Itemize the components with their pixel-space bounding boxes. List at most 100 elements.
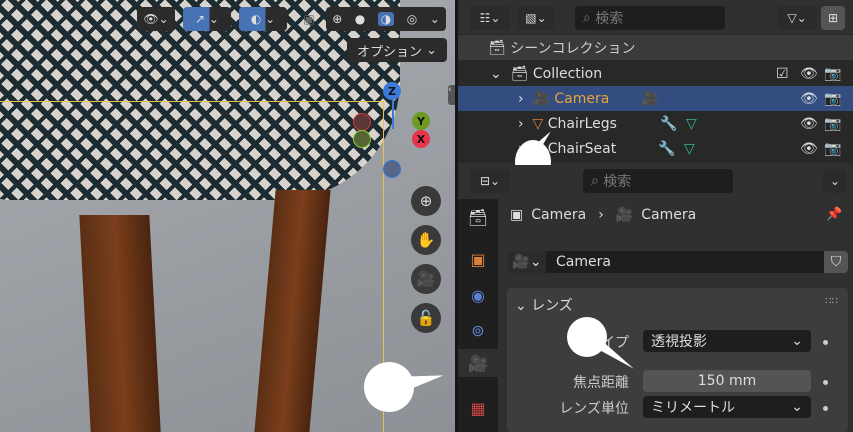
- lock-camera-button[interactable]: 🔓: [411, 303, 441, 333]
- outliner-search-input[interactable]: ⌕ 検索: [575, 6, 725, 30]
- keyframe-dot[interactable]: [823, 380, 828, 385]
- options-chevron[interactable]: ⌄: [823, 169, 847, 193]
- collection-row[interactable]: ⌄ 🗃 Collection ☑ 👁 📷: [458, 61, 853, 86]
- pan-button[interactable]: ✋: [411, 225, 441, 255]
- collection-icon: 🗃: [488, 39, 506, 56]
- options-dropdown[interactable]: オプション ⌄: [347, 38, 447, 62]
- render-camera-icon[interactable]: 📷: [824, 91, 841, 107]
- camera-view-button[interactable]: 🎥: [411, 264, 441, 294]
- tab-object[interactable]: ▣: [463, 245, 493, 273]
- camera-icon: 🎥: [416, 270, 436, 288]
- keyframe-dot[interactable]: [823, 406, 828, 411]
- eye-icon[interactable]: 👁: [800, 91, 818, 107]
- mesh-data-icon[interactable]: ▽: [684, 141, 695, 157]
- chevron-down-icon: ⌄: [791, 399, 803, 415]
- eye-icon[interactable]: 👁: [800, 116, 818, 132]
- render-camera-icon[interactable]: 📷: [824, 141, 841, 157]
- xray-icon: ▣: [303, 12, 315, 26]
- checkbox-icon[interactable]: ☑: [776, 66, 789, 82]
- chevron-down-icon[interactable]: ⌄: [430, 12, 440, 26]
- chevron-right-icon: ›: [598, 207, 604, 223]
- gizmo-x-axis[interactable]: X: [412, 130, 430, 148]
- item-label: ChairSeat: [547, 140, 617, 157]
- pin-icon[interactable]: 📌: [826, 207, 842, 222]
- tab-constraints[interactable]: ⊚: [463, 316, 493, 344]
- item-label: Camera: [554, 90, 610, 107]
- eye-icon[interactable]: 👁: [800, 66, 818, 82]
- sidebar-toggle[interactable]: ‹: [448, 85, 455, 105]
- lens-panel: ⌄ レンズ ∷∷ タイプ 透視投影 ⌄ 焦点距離 150 mm レンズ単位 ミリメ…: [507, 288, 848, 432]
- datablock-selector[interactable]: 🎥⌄ Camera ⛉: [508, 251, 848, 273]
- 3d-viewport[interactable]: 👁 ⌄ ↗ ⌄ ◐ ⌄ ▣ ⊕ ● ◑ ◎ ⌄ オプション ⌄ ‹ Z Y X ⊕ ✋ 🎥…: [0, 0, 455, 432]
- properties-search-input[interactable]: ⌕ 検索: [583, 169, 733, 193]
- wireframe-icon[interactable]: ⊕: [332, 12, 342, 26]
- focal-length-value: 150 mm: [697, 373, 757, 389]
- gizmo-neg-y[interactable]: [353, 130, 371, 148]
- chevron-down-icon[interactable]: ⌄: [490, 66, 502, 82]
- material-preview-icon[interactable]: ◑: [377, 12, 395, 26]
- editor-type-dropdown[interactable]: ⊟ ⌄: [470, 169, 510, 193]
- display-mode-dropdown[interactable]: ☷ ⌄: [470, 6, 510, 30]
- keyframe-dot[interactable]: [823, 340, 828, 345]
- focal-length-field[interactable]: 150 mm: [643, 370, 811, 392]
- search-icon: ⌕: [583, 10, 591, 26]
- chevron-right-icon[interactable]: ›: [518, 91, 524, 107]
- scene-collection-label: シーンコレクション: [510, 40, 636, 57]
- xray-toggle[interactable]: ▣: [297, 7, 321, 31]
- tab-scene-collection[interactable]: 🗃: [463, 203, 493, 231]
- render-camera-icon[interactable]: 📷: [824, 66, 841, 82]
- z-axis-line: [392, 99, 394, 129]
- collection-label: Collection: [532, 65, 603, 82]
- fake-user-shield-icon[interactable]: ⛉: [824, 251, 848, 273]
- gizmo-neg-x[interactable]: [353, 113, 371, 131]
- solid-icon[interactable]: ●: [355, 12, 365, 26]
- rendered-icon[interactable]: ◎: [407, 12, 417, 26]
- camera-data-icon: 🎥: [615, 207, 634, 223]
- mesh-data-icon[interactable]: ▽: [686, 116, 697, 132]
- gizmo-y-axis[interactable]: Y: [412, 112, 430, 130]
- gizmo-z-axis[interactable]: Z: [383, 82, 401, 100]
- overlay-dropdown[interactable]: ◐ ⌄: [239, 7, 287, 31]
- overlay-icon: ◐: [250, 12, 262, 26]
- item-label: ChairLegs: [547, 115, 617, 132]
- shading-modes[interactable]: ⊕ ● ◑ ◎ ⌄: [326, 7, 446, 31]
- selectability-dropdown[interactable]: 👁 ⌄: [137, 7, 175, 31]
- collection-icon: 🗃: [510, 65, 529, 82]
- datablock-name[interactable]: Camera: [556, 254, 611, 270]
- camera-data-icon[interactable]: 🎥: [641, 91, 658, 107]
- eye-cursor-icon: 👁: [143, 12, 159, 26]
- breadcrumb: ▣ Camera › 🎥 Camera: [510, 207, 696, 223]
- outliner-item-chairlegs[interactable]: › ▽ ChairLegs 🔧 ▽ 👁 📷: [458, 111, 853, 136]
- zoom-icon: ⊕: [419, 192, 433, 210]
- filter-data-dropdown[interactable]: ▧ ⌄: [517, 6, 555, 30]
- new-collection-button[interactable]: ⊞: [821, 6, 845, 30]
- filter-icon: ▽: [787, 11, 797, 25]
- gizmo-dropdown[interactable]: ↗ ⌄: [183, 7, 231, 31]
- properties-tabs: 🗃 ▣ ◉ ⊚ 🎥 ▦: [458, 199, 498, 432]
- lens-unit-value: ミリメートル: [651, 400, 735, 416]
- lens-type-select[interactable]: 透視投影 ⌄: [643, 330, 811, 352]
- gizmo-neg-z[interactable]: [383, 160, 401, 178]
- lens-unit-select[interactable]: ミリメートル ⌄: [643, 396, 811, 418]
- wrench-icon[interactable]: 🔧: [660, 116, 677, 132]
- chevron-right-icon[interactable]: ›: [518, 116, 524, 132]
- eye-icon[interactable]: 👁: [800, 141, 818, 157]
- search-placeholder: 検索: [595, 11, 624, 27]
- mesh-object-icon: ▽: [532, 115, 544, 132]
- tab-physics[interactable]: ◉: [463, 281, 493, 309]
- wrench-icon[interactable]: 🔧: [658, 141, 675, 157]
- outliner-item-camera[interactable]: › 🎥 Camera 🎥 👁 📷: [458, 86, 853, 111]
- zoom-button[interactable]: ⊕: [411, 186, 441, 216]
- type-value: 透視投影: [651, 334, 707, 350]
- drag-handle-icon[interactable]: ∷∷: [825, 296, 838, 307]
- filter-dropdown[interactable]: ▽ ⌄: [777, 6, 817, 30]
- render-camera-icon[interactable]: 📷: [824, 116, 841, 132]
- hand-icon: ✋: [416, 231, 436, 249]
- tab-camera-data[interactable]: 🎥: [458, 349, 498, 377]
- camera-frame: [0, 101, 384, 432]
- tab-texture[interactable]: ▦: [463, 394, 493, 422]
- scene-collection-row[interactable]: 🗃 シーンコレクション: [458, 35, 853, 60]
- lens-panel-header[interactable]: ⌄ レンズ: [515, 295, 573, 315]
- panel-title: レンズ: [531, 298, 573, 314]
- camera-data-icon[interactable]: 🎥⌄: [508, 251, 546, 273]
